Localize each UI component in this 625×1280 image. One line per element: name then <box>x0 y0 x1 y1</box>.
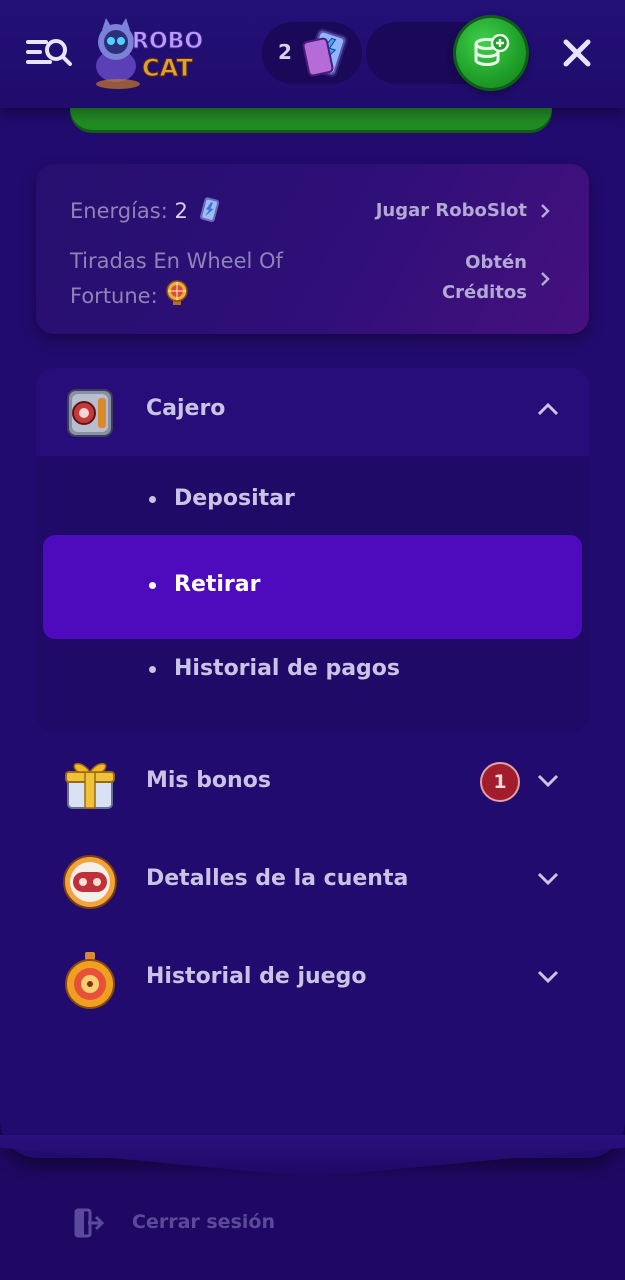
submenu-item-payment-history[interactable]: Historial de pagos <box>43 634 582 706</box>
stopwatch-icon <box>65 952 115 1009</box>
energy-info-card: Energías: 2 Jugar RoboSlot Tiradas En Wh… <box>36 164 589 334</box>
logout-label: Cerrar sesión <box>132 1211 275 1233</box>
wheel-label: Tiradas En Wheel Of Fortune: <box>70 244 283 314</box>
submenu-item-deposit[interactable]: Depositar <box>43 464 582 536</box>
wheel-label-line2-row: Fortune: <box>70 279 283 314</box>
menu-search-icon <box>26 39 72 66</box>
close-icon <box>563 39 591 67</box>
menu-bonuses[interactable]: Mis bonos 1 <box>36 740 589 828</box>
get-credits-link[interactable]: Obtén Créditos <box>442 248 527 308</box>
energy-card-icon <box>199 197 219 223</box>
top-header: ROBO CAT 2 <box>0 0 625 108</box>
energies-value: 2 <box>174 199 188 223</box>
chevron-right-icon <box>541 204 550 218</box>
get-credits-line2: Créditos <box>441 282 527 303</box>
cashier-label: Cajero <box>146 396 226 421</box>
panel-bottom-edge <box>0 1135 625 1177</box>
bullet-dot <box>149 496 156 503</box>
bullet-dot <box>149 666 156 673</box>
withdraw-label: Retirar <box>174 572 261 597</box>
svg-text:CAT: CAT <box>142 54 193 82</box>
menu-cashier[interactable]: Cajero <box>36 368 589 456</box>
play-roboslot-link[interactable]: Jugar RoboSlot <box>376 196 527 226</box>
bullet-dot <box>149 582 156 589</box>
gift-icon <box>65 762 115 809</box>
chevron-down-icon <box>537 774 559 788</box>
account-details-label: Detalles de la cuenta <box>146 866 409 891</box>
energies-label-row: Energías: 2 <box>70 194 223 229</box>
game-history-label: Historial de juego <box>146 964 367 989</box>
menu-search-button[interactable] <box>22 30 74 76</box>
chevron-up-icon <box>537 402 559 416</box>
bonuses-label: Mis bonos <box>146 768 271 793</box>
logout-button[interactable]: Cerrar sesión <box>72 1202 332 1246</box>
submenu-item-withdraw[interactable]: Retirar <box>43 535 582 639</box>
coin-stack-plus-icon <box>474 34 510 66</box>
wheel-label-line2: Fortune: <box>70 284 158 308</box>
deposit-coins-button[interactable] <box>456 18 526 88</box>
wheel-of-fortune-icon <box>166 280 189 305</box>
notification-badge: 1 <box>480 762 520 802</box>
menu-account-details[interactable]: Detalles de la cuenta <box>36 838 589 926</box>
wheel-label-line1: Tiradas En Wheel Of <box>70 249 283 273</box>
chevron-down-icon <box>537 872 559 886</box>
close-menu-button[interactable] <box>556 32 598 74</box>
energies-label: Energías: <box>70 199 168 223</box>
robot-avatar-icon <box>63 855 117 909</box>
svg-text:ROBO: ROBO <box>132 29 203 54</box>
deposit-label: Depositar <box>174 486 295 511</box>
chevron-right-icon <box>541 272 550 286</box>
energy-card-icon <box>302 28 348 77</box>
logout-icon <box>74 1208 105 1238</box>
cashier-safe-icon <box>67 389 113 437</box>
energy-counter[interactable]: 2 <box>262 22 362 84</box>
get-credits-line1: Obtén <box>465 252 527 273</box>
robocat-logo[interactable]: ROBO CAT <box>92 18 218 90</box>
menu-game-history[interactable]: Historial de juego <box>36 936 589 1024</box>
payment-history-label: Historial de pagos <box>174 656 400 681</box>
chevron-down-icon <box>537 970 559 984</box>
energy-count: 2 <box>278 40 292 64</box>
